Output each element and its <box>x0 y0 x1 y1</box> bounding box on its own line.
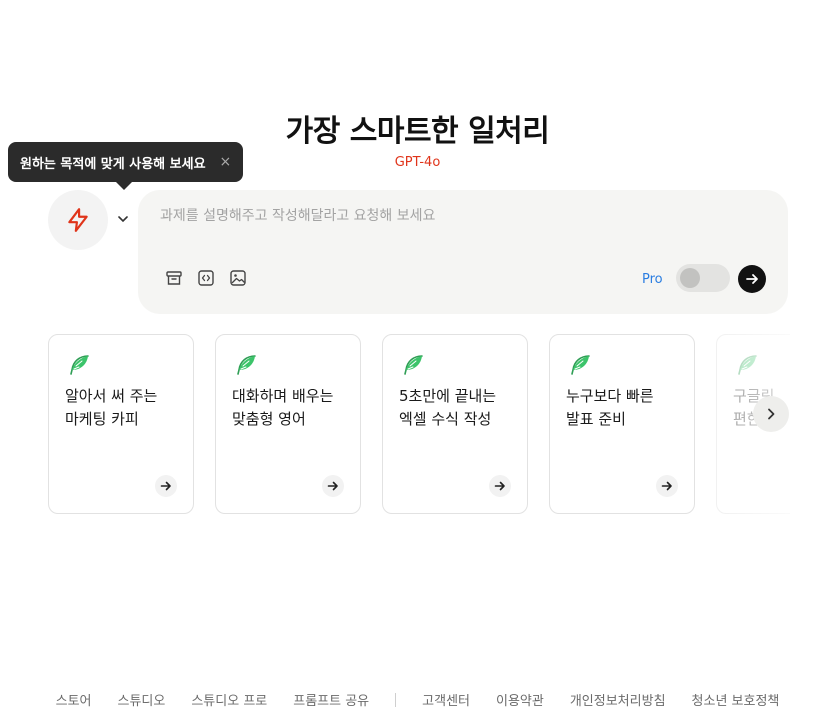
lightning-icon <box>68 208 88 232</box>
tooltip-close-icon[interactable]: × <box>220 154 232 170</box>
suggestion-card[interactable]: 누구보다 빠른발표 준비 <box>549 334 695 514</box>
suggestion-card[interactable]: 대화하며 배우는맞춤형 영어 <box>215 334 361 514</box>
feather-icon <box>401 353 425 377</box>
footer-link[interactable]: 프롬프트 공유 <box>293 690 369 709</box>
chevron-right-icon <box>768 408 775 420</box>
feather-icon <box>568 353 592 377</box>
send-button[interactable] <box>738 265 766 293</box>
footer-link[interactable]: 개인정보처리방침 <box>570 690 666 709</box>
prompt-input[interactable] <box>160 208 760 224</box>
image-icon[interactable] <box>228 268 248 288</box>
card-title: 알아서 써 주는마케팅 카피 <box>65 385 183 431</box>
mode-select-button[interactable] <box>48 190 108 250</box>
footer-link[interactable]: 청소년 보호정책 <box>692 690 780 709</box>
card-title-line: 누구보다 빠른 <box>566 387 654 405</box>
feather-icon <box>67 353 91 377</box>
pro-label: Pro <box>642 272 663 287</box>
footer-link[interactable]: 스튜디오 <box>118 690 166 709</box>
suggestion-track: 알아서 써 주는마케팅 카피 대화하며 배우는맞춤형 영어 5초만에 끝내는엑셀 수… <box>48 334 790 514</box>
pro-toggle[interactable] <box>676 264 730 292</box>
card-title: 누구보다 빠른발표 준비 <box>566 385 684 431</box>
composer-toolbar <box>164 268 248 288</box>
arrow-right-icon <box>746 274 758 284</box>
footer-link[interactable]: 스튜디오 프로 <box>191 690 267 709</box>
arrow-right-icon[interactable] <box>656 475 678 497</box>
footer-nav: 스토어 스튜디오 스튜디오 프로 프롬프트 공유 고객센터 이용약관 개인정보처리방침 청소년… <box>0 690 835 709</box>
card-title-line: 5초만에 끝내는 <box>399 387 497 405</box>
card-title-line: 맞춤형 영어 <box>232 410 306 428</box>
arrow-right-icon[interactable] <box>489 475 511 497</box>
onboarding-tooltip: 원하는 목적에 맞게 사용해 보세요 × <box>8 142 244 190</box>
feather-icon <box>735 353 759 377</box>
prompt-composer: Pro <box>138 190 788 314</box>
card-title-line: 마케팅 카피 <box>65 410 139 428</box>
code-icon[interactable] <box>196 268 216 288</box>
toggle-knob <box>680 268 700 288</box>
arrow-right-icon[interactable] <box>322 475 344 497</box>
chevron-down-icon[interactable] <box>116 212 130 226</box>
archive-icon[interactable] <box>164 268 184 288</box>
card-title-line: 알아서 써 주는 <box>65 387 158 405</box>
card-title: 5초만에 끝내는엑셀 수식 작성 <box>399 385 517 431</box>
card-title-line: 발표 준비 <box>566 410 626 428</box>
feather-icon <box>234 353 258 377</box>
card-title: 대화하며 배우는맞춤형 영어 <box>232 385 350 431</box>
card-title-line: 대화하며 배우는 <box>232 387 334 405</box>
footer-link[interactable]: 이용약관 <box>496 690 544 709</box>
suggestion-card[interactable]: 5초만에 끝내는엑셀 수식 작성 <box>382 334 528 514</box>
suggestion-carousel: 알아서 써 주는마케팅 카피 대화하며 배우는맞춤형 영어 5초만에 끝내는엑셀 수… <box>48 334 790 516</box>
tooltip-text: 원하는 목적에 맞게 사용해 보세요 <box>20 156 206 172</box>
suggestion-card[interactable]: 알아서 써 주는마케팅 카피 <box>48 334 194 514</box>
card-title-line: 엑셀 수식 작성 <box>399 410 492 428</box>
footer-link[interactable]: 고객센터 <box>422 690 470 709</box>
footer-divider <box>395 692 397 707</box>
footer-link[interactable]: 스토어 <box>56 690 92 709</box>
arrow-right-icon[interactable] <box>155 475 177 497</box>
carousel-next-button[interactable] <box>753 396 789 432</box>
